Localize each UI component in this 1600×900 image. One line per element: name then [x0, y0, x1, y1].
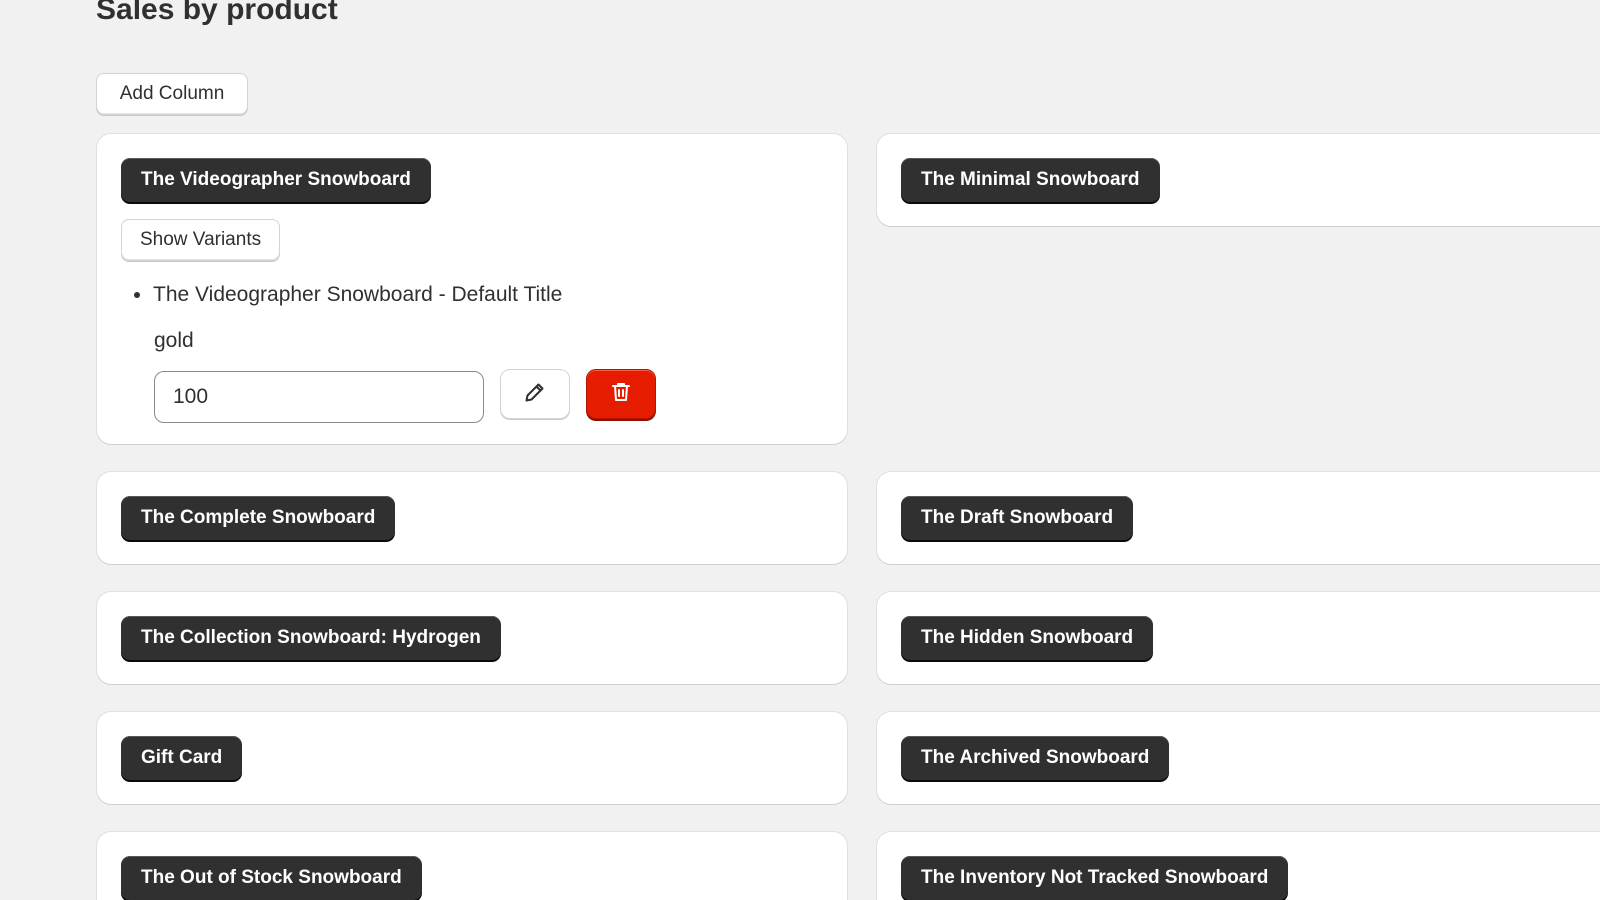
variant-value-input[interactable] — [154, 371, 484, 423]
show-variants-button[interactable]: Show Variants — [121, 219, 281, 261]
product-name-badge[interactable]: The Archived Snowboard — [901, 736, 1170, 780]
product-card: The Draft Snowboard — [877, 472, 1600, 564]
product-name-badge[interactable]: The Complete Snowboard — [121, 496, 396, 540]
pencil-icon — [523, 380, 547, 409]
add-column-button[interactable]: Add Column — [96, 73, 248, 115]
variant-title: The Videographer Snowboard - Default Tit… — [153, 280, 562, 310]
product-card: The Complete Snowboard — [97, 472, 847, 564]
variant-tag-label: gold — [154, 329, 194, 352]
product-name-badge[interactable]: The Out of Stock Snowboard — [121, 856, 422, 900]
product-card: Gift Card — [97, 712, 847, 804]
product-card: The Inventory Not Tracked Snowboard — [877, 832, 1600, 900]
product-card: The Out of Stock Snowboard — [97, 832, 847, 900]
product-card: The Hidden Snowboard — [877, 592, 1600, 684]
delete-button[interactable] — [586, 369, 656, 419]
product-name-badge[interactable]: The Inventory Not Tracked Snowboard — [901, 856, 1289, 900]
trash-icon — [609, 380, 633, 409]
edit-button[interactable] — [500, 369, 570, 419]
product-name-badge[interactable]: The Minimal Snowboard — [901, 158, 1160, 202]
sales-by-product-page: Sales by product Add Column The Videogra… — [0, 0, 1600, 900]
page-title: Sales by product — [96, 0, 338, 26]
product-card: The Minimal Snowboard — [877, 134, 1600, 226]
product-name-badge[interactable]: The Hidden Snowboard — [901, 616, 1154, 660]
product-card: The Collection Snowboard: Hydrogen — [97, 592, 847, 684]
product-card: The Videographer Snowboard Show Variants… — [97, 134, 847, 444]
product-name-badge[interactable]: Gift Card — [121, 736, 243, 780]
product-name-badge[interactable]: The Draft Snowboard — [901, 496, 1134, 540]
product-card: The Archived Snowboard — [877, 712, 1600, 804]
variant-list: The Videographer Snowboard - Default Tit… — [133, 280, 562, 310]
product-name-badge[interactable]: The Videographer Snowboard — [121, 158, 431, 202]
product-name-badge[interactable]: The Collection Snowboard: Hydrogen — [121, 616, 501, 660]
